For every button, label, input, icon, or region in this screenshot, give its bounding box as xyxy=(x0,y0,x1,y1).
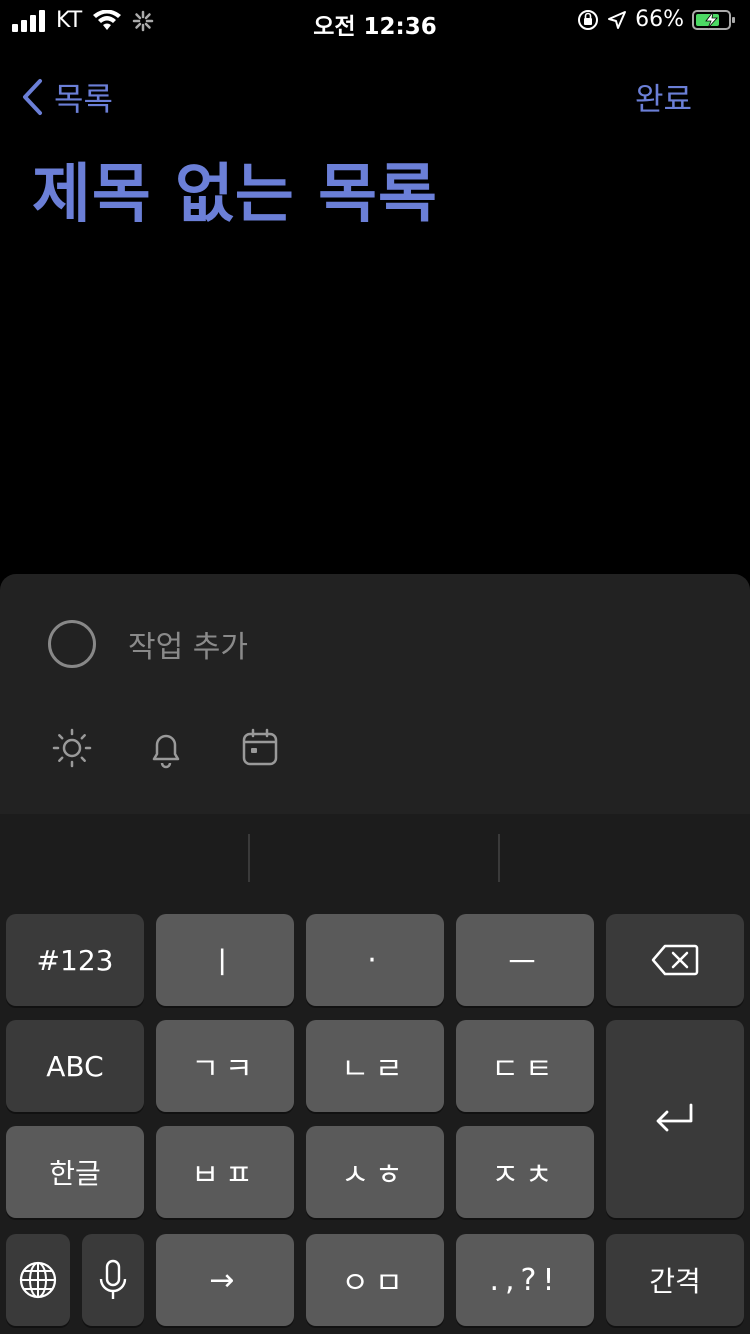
reminder-button[interactable] xyxy=(142,724,190,772)
key-s-h[interactable]: ㅅㅎ xyxy=(306,1126,444,1218)
key-arrow-next[interactable]: → xyxy=(156,1234,294,1326)
key-j-ch[interactable]: ㅈㅊ xyxy=(456,1126,594,1218)
back-button[interactable]: 목록 xyxy=(20,74,113,120)
keyboard: #123 ㅣ · ㅡ ABC ㄱㅋ ㄴㄹ ㄷㅌ 한글 ㅂㅍ ㅅㅎ ㅈㅊ → ㅇㅁ… xyxy=(0,814,750,1334)
key-ieung-m[interactable]: ㅇㅁ xyxy=(306,1234,444,1326)
dictation-key[interactable] xyxy=(82,1234,144,1326)
backspace-key[interactable] xyxy=(606,914,744,1006)
backspace-icon xyxy=(651,944,699,976)
task-tools xyxy=(48,724,284,772)
add-task-row[interactable]: 작업 추가 xyxy=(48,620,248,668)
globe-icon xyxy=(19,1261,57,1299)
back-button-label: 목록 xyxy=(54,80,113,118)
key-dot[interactable]: · xyxy=(306,914,444,1006)
suggestion-divider xyxy=(498,834,500,882)
key-hangul[interactable]: 한글 xyxy=(6,1126,144,1218)
list-title[interactable]: 제목 없는 목록 xyxy=(32,143,438,235)
done-button[interactable]: 완료 xyxy=(635,74,692,119)
battery-percent: 66% xyxy=(635,7,684,32)
due-date-button[interactable] xyxy=(236,724,284,772)
key-n-r[interactable]: ㄴㄹ xyxy=(306,1020,444,1112)
key-numbers[interactable]: #123 xyxy=(6,914,144,1006)
key-punctuation[interactable]: .,?! xyxy=(456,1234,594,1326)
orientation-lock-icon xyxy=(578,9,599,30)
key-eu-vowel[interactable]: ㅡ xyxy=(456,914,594,1006)
return-icon xyxy=(656,1103,693,1132)
key-abc[interactable]: ABC xyxy=(6,1020,144,1112)
my-day-button[interactable] xyxy=(48,724,96,772)
suggestion-bar xyxy=(0,814,750,906)
status-bar: KT 오전 12:36 66% xyxy=(0,0,750,40)
status-right: 66% xyxy=(577,7,736,32)
suggestion-divider xyxy=(248,834,250,882)
add-task-panel: 작업 추가 xyxy=(0,574,750,814)
return-key[interactable] xyxy=(606,1020,744,1218)
key-i-vowel[interactable]: ㅣ xyxy=(156,914,294,1006)
space-key[interactable]: 간격 xyxy=(606,1234,744,1326)
add-task-input[interactable]: 작업 추가 xyxy=(128,622,248,666)
bell-icon xyxy=(152,734,180,769)
key-d-t[interactable]: ㄷㅌ xyxy=(456,1020,594,1112)
microphone-icon xyxy=(99,1259,127,1299)
battery-charging-icon xyxy=(692,9,735,30)
task-complete-circle-icon[interactable] xyxy=(48,620,96,668)
globe-key[interactable] xyxy=(6,1234,70,1326)
sun-icon xyxy=(52,728,92,768)
location-icon xyxy=(608,10,627,29)
chevron-left-icon xyxy=(23,79,42,115)
calendar-icon xyxy=(242,728,278,766)
key-g-k[interactable]: ㄱㅋ xyxy=(156,1020,294,1112)
key-b-p[interactable]: ㅂㅍ xyxy=(156,1126,294,1218)
